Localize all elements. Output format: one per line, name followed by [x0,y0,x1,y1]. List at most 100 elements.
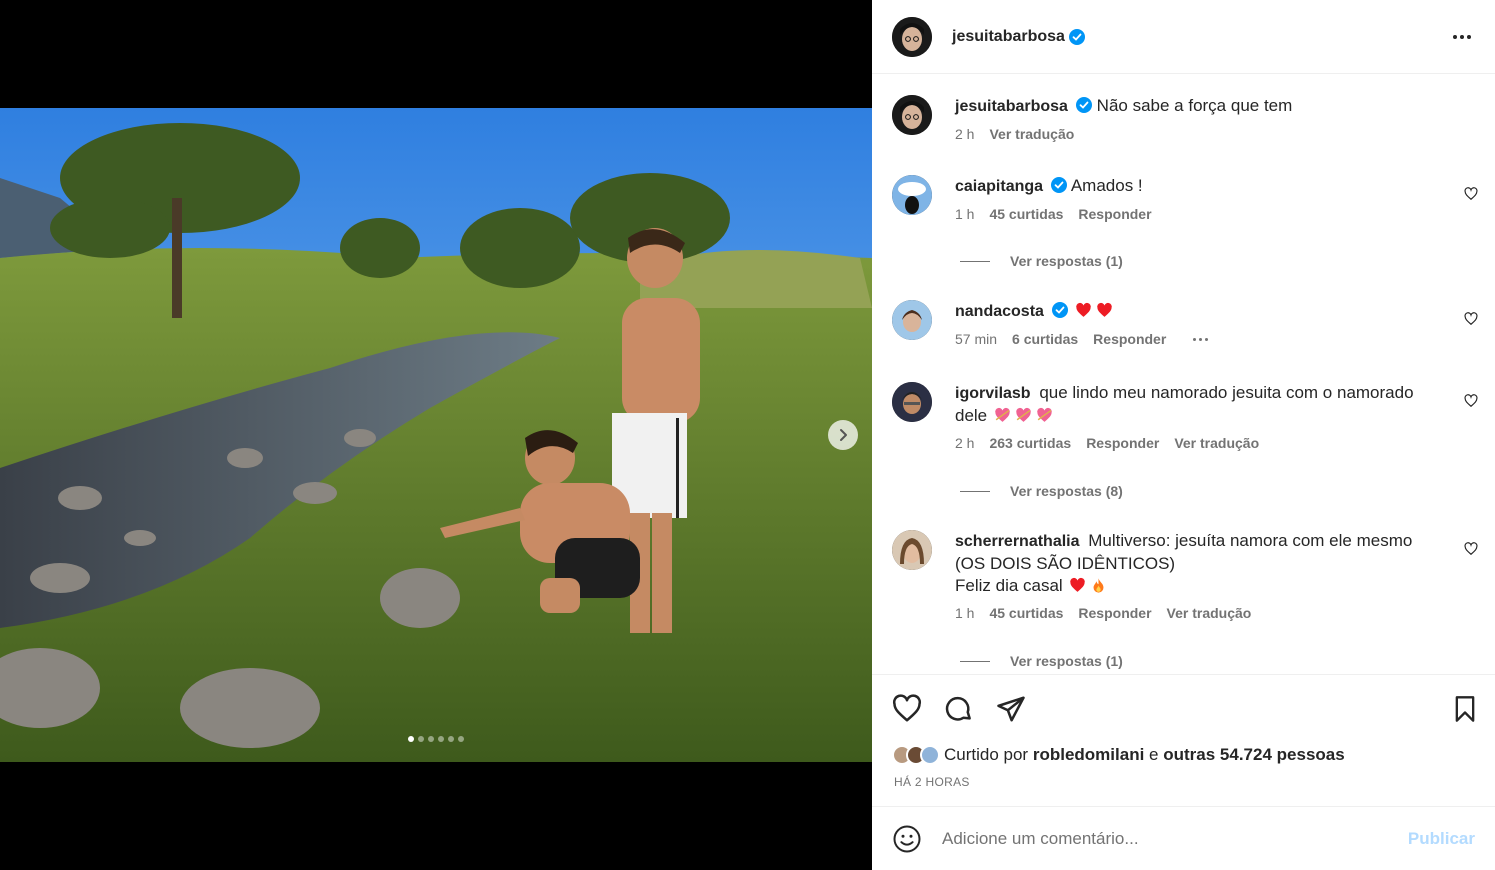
likes-joiner: e [1149,745,1159,764]
verified-badge-icon [1075,97,1092,113]
comment-text: caiapitanga Amados ! [955,175,1435,198]
comment-username[interactable]: caiapitanga [955,178,1043,195]
more-options-button[interactable] [1449,27,1475,47]
caption-username[interactable]: jesuitabarbosa [955,98,1068,115]
media-viewer [0,0,872,870]
comment-item: nandacosta 57 min 6 curtidas Responder [892,300,1482,347]
comment-text: scherrernathalia Multiverso: jesuíta nam… [955,530,1435,597]
photo-illustration [0,108,872,762]
save-button[interactable] [1451,694,1479,724]
comment-meta: 1 h 45 curtidas Responder Ver tradução [955,605,1482,621]
like-button[interactable] [892,694,922,724]
comment-likes[interactable]: 263 curtidas [989,435,1071,451]
caption-body: Não sabe a força que tem [1096,96,1293,115]
avatar-image [892,382,932,422]
comment-time[interactable]: 57 min [955,331,997,347]
liker-avatar [920,745,940,765]
like-comment-heart-icon[interactable] [1464,187,1478,201]
red-heart-emoji-icon [1096,302,1112,317]
verified-badge-icon [1068,28,1085,45]
reply-button[interactable]: Responder [1086,435,1159,451]
replies-divider [960,490,990,492]
caption-time[interactable]: 2 h [955,126,974,142]
comment-time[interactable]: 1 h [955,206,974,222]
author-avatar[interactable] [892,16,932,57]
carousel-dot [458,736,464,742]
comment-time[interactable]: 1 h [955,605,974,621]
author-avatar[interactable] [892,95,932,135]
view-replies-button[interactable]: Ver respostas (8) [960,483,1123,499]
comment-button[interactable] [944,694,974,724]
view-replies-button[interactable]: Ver respostas (1) [960,253,1123,269]
red-heart-emoji-icon [1070,577,1086,592]
comments-list[interactable]: jesuitabarbosa Não sabe a força que tem … [872,75,1495,674]
comment-username[interactable]: igorvilasb [955,385,1031,402]
bookmark-icon [1455,696,1475,722]
heart-with-arrow-emoji-icon [1037,407,1052,422]
carousel-dot [408,736,414,742]
post-header: jesuitabarbosa [872,0,1495,74]
commenter-avatar[interactable] [892,382,932,422]
avatar-image [892,16,932,57]
comment-likes[interactable]: 45 curtidas [989,206,1063,222]
reply-button[interactable]: Responder [1078,206,1151,222]
comment-composer: Publicar [872,806,1495,870]
more-dot-icon [1453,34,1457,39]
comment-item: igorvilasb que lindo meu namorado jesuit… [892,382,1482,451]
commenter-avatar[interactable] [892,300,932,340]
comment-item: caiapitanga Amados ! 1 h 45 curtidas Res… [892,175,1482,222]
replies-divider [960,660,990,662]
translate-link[interactable]: Ver tradução [989,126,1074,142]
author-username[interactable]: jesuitabarbosa [952,28,1065,46]
comment-likes[interactable]: 45 curtidas [989,605,1063,621]
caption: jesuitabarbosa Não sabe a força que tem … [892,95,1482,142]
paper-plane-icon [997,696,1025,722]
comment-options-button[interactable] [1193,337,1209,341]
avatar-image [892,175,932,215]
avatar-image [892,530,932,570]
like-comment-heart-icon[interactable] [1464,312,1478,326]
comment-username[interactable]: scherrernathalia [955,533,1080,550]
comment-text: igorvilasb que lindo meu namorado jesuit… [955,382,1435,427]
action-icons [892,693,1479,725]
publish-button[interactable]: Publicar [1408,829,1475,849]
carousel-dot [428,736,434,742]
commenter-avatar[interactable] [892,175,932,215]
comment-input[interactable] [942,828,1408,849]
liker-username[interactable]: robledomilani [1033,745,1144,765]
post-photo[interactable] [0,108,872,762]
comment-item: scherrernathalia Multiverso: jesuíta nam… [892,530,1482,621]
like-comment-heart-icon[interactable] [1464,542,1478,556]
more-dot-icon [1460,34,1464,39]
carousel-next-button[interactable] [828,420,858,450]
commenter-avatar[interactable] [892,530,932,570]
comment-time[interactable]: 2 h [955,435,974,451]
avatar-image [892,95,932,135]
comment-username[interactable]: nandacosta [955,303,1044,320]
heart-with-arrow-emoji-icon [995,407,1010,422]
post-timestamp[interactable]: HÁ 2 HORAS [894,775,970,789]
caption-meta: 2 h Ver tradução [955,126,1482,142]
share-button[interactable] [996,694,1026,724]
likes-summary: Curtido por robledomilani e outras 54.72… [892,745,1345,765]
caption-text: jesuitabarbosa Não sabe a força que tem [955,95,1435,118]
more-dot-icon [1467,34,1471,39]
translate-link[interactable]: Ver tradução [1174,435,1259,451]
view-replies-label: Ver respostas (8) [1010,483,1123,499]
reply-button[interactable]: Responder [1078,605,1151,621]
translate-link[interactable]: Ver tradução [1167,605,1252,621]
reply-button[interactable]: Responder [1093,331,1166,347]
likes-others[interactable]: outras 54.724 pessoas [1163,745,1344,765]
comment-likes[interactable]: 6 curtidas [1012,331,1078,347]
likes-prefix: Curtido por [944,745,1029,764]
post-actions: Curtido por robledomilani e outras 54.72… [872,674,1495,806]
carousel-dot [448,736,454,742]
emoji-picker-button[interactable] [892,824,922,854]
verified-badge-icon [1051,302,1068,318]
chevron-right-icon [840,429,847,441]
comment-text: nandacosta [955,300,1435,323]
like-comment-heart-icon[interactable] [1464,394,1478,408]
comment-body-line2: Feliz dia casal [955,576,1063,595]
view-replies-button[interactable]: Ver respostas (1) [960,653,1123,669]
view-replies-label: Ver respostas (1) [1010,653,1123,669]
